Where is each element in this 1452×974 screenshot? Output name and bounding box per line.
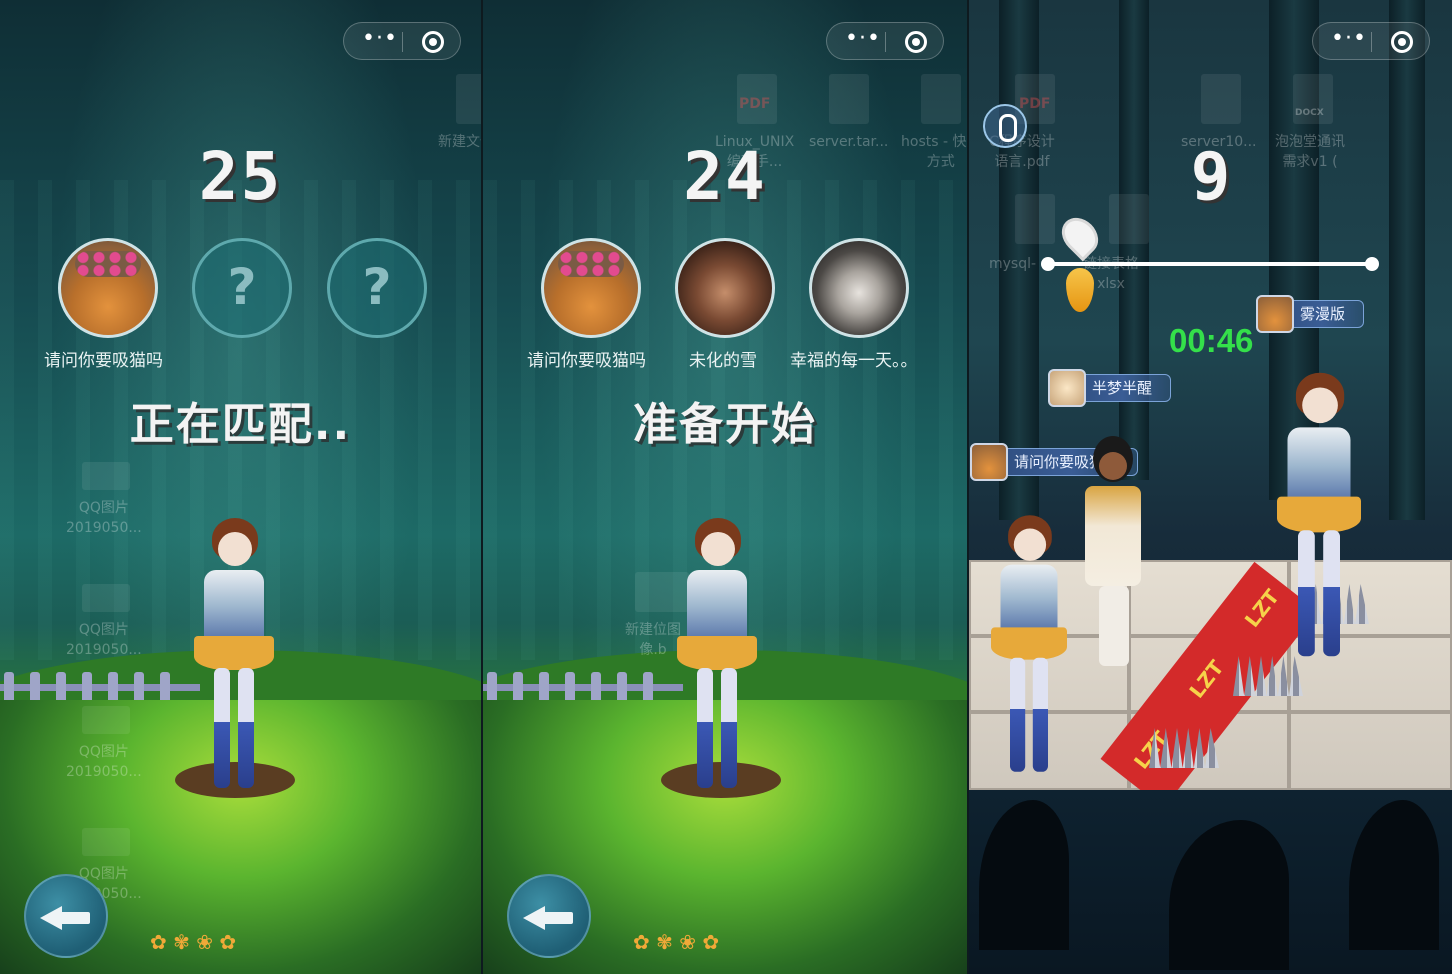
miniprogram-capsule: •·• [826, 22, 944, 60]
egyptian-character [1069, 436, 1159, 676]
desktop-label: QQ图片 2019050... [66, 744, 142, 780]
player-tag: 半梦半醒 [1048, 369, 1172, 407]
matching-status: 正在匹配.. [129, 399, 352, 450]
ready-status: 准备开始 [633, 399, 817, 450]
countdown: 24 [683, 138, 767, 215]
flowers-decoration: ✿ ✾ ❀ ✿ [633, 930, 720, 954]
shortcut-icon [921, 74, 961, 124]
pdf-badge: PDF [739, 96, 771, 112]
avatar [1048, 369, 1086, 407]
countdown: 9 [1190, 138, 1231, 215]
unknown-player-slot: ? [192, 238, 292, 338]
folder-icon [456, 74, 481, 124]
player-character [184, 518, 284, 808]
file-icon [1201, 74, 1241, 124]
miniprogram-capsule: •·• [343, 22, 461, 60]
player-name: 未化的雪 [689, 351, 757, 371]
flowers-decoration: ✿ ✾ ❀ ✿ [150, 930, 237, 954]
race-timer: 00:46 [1169, 322, 1254, 359]
avatar [1256, 295, 1294, 333]
ready-panel: PDF Linux_UNIX 编程手... server.tar... host… [483, 0, 967, 974]
opponent-character [1267, 372, 1372, 678]
back-button[interactable] [24, 874, 108, 958]
image-file-icon [82, 462, 130, 490]
miniprogram-capsule: •·• [1312, 22, 1430, 60]
unknown-player-slot: ? [327, 238, 427, 338]
player-character [667, 518, 767, 808]
matching-panel: 新建文件夹 QQ图片 2019050... QQ图片 2019050... QQ… [0, 0, 481, 974]
avatar [541, 238, 641, 338]
desktop-label: QQ图片 2019050... [66, 622, 142, 658]
more-dots-icon[interactable]: •·• [845, 28, 885, 51]
target-circle-icon[interactable] [905, 31, 927, 53]
back-button[interactable] [507, 874, 591, 958]
game-panel: LZT LZT LZT PDF C程序设计 语言.pdf server10...… [969, 0, 1452, 974]
avatar [809, 238, 909, 338]
pdf-badge: PDF [1019, 96, 1051, 112]
image-file-icon [82, 828, 130, 856]
target-circle-icon[interactable] [1391, 31, 1413, 53]
player-name: 请问你要吸猫吗 [44, 351, 163, 371]
avatar [675, 238, 775, 338]
docx-badge: DOCX [1295, 108, 1324, 118]
player-character [982, 515, 1077, 791]
player-name: 幸福的每一天。。 [790, 351, 918, 371]
image-file-icon [82, 584, 130, 612]
more-dots-icon[interactable]: •·• [1331, 28, 1371, 51]
race-progress-bar [1041, 257, 1379, 271]
back-arrow-icon [523, 906, 545, 930]
image-file-icon [82, 706, 130, 734]
desktop-label: mysql- [989, 256, 1037, 272]
file-icon [829, 74, 869, 124]
avatar [58, 238, 158, 338]
countdown: 25 [198, 138, 283, 215]
avatar [970, 443, 1008, 481]
player-name: 请问你要吸猫吗 [527, 351, 646, 371]
target-circle-icon[interactable] [422, 31, 444, 53]
more-dots-icon[interactable]: •·• [362, 28, 402, 51]
player-tag: 雾漫版 [1256, 295, 1365, 333]
tree-trunk [1389, 0, 1425, 520]
back-arrow-icon [40, 906, 62, 930]
screen: 新建文件夹 QQ图片 2019050... QQ图片 2019050... QQ… [0, 0, 1452, 974]
desktop-label: QQ图片 2019050... [66, 500, 142, 536]
